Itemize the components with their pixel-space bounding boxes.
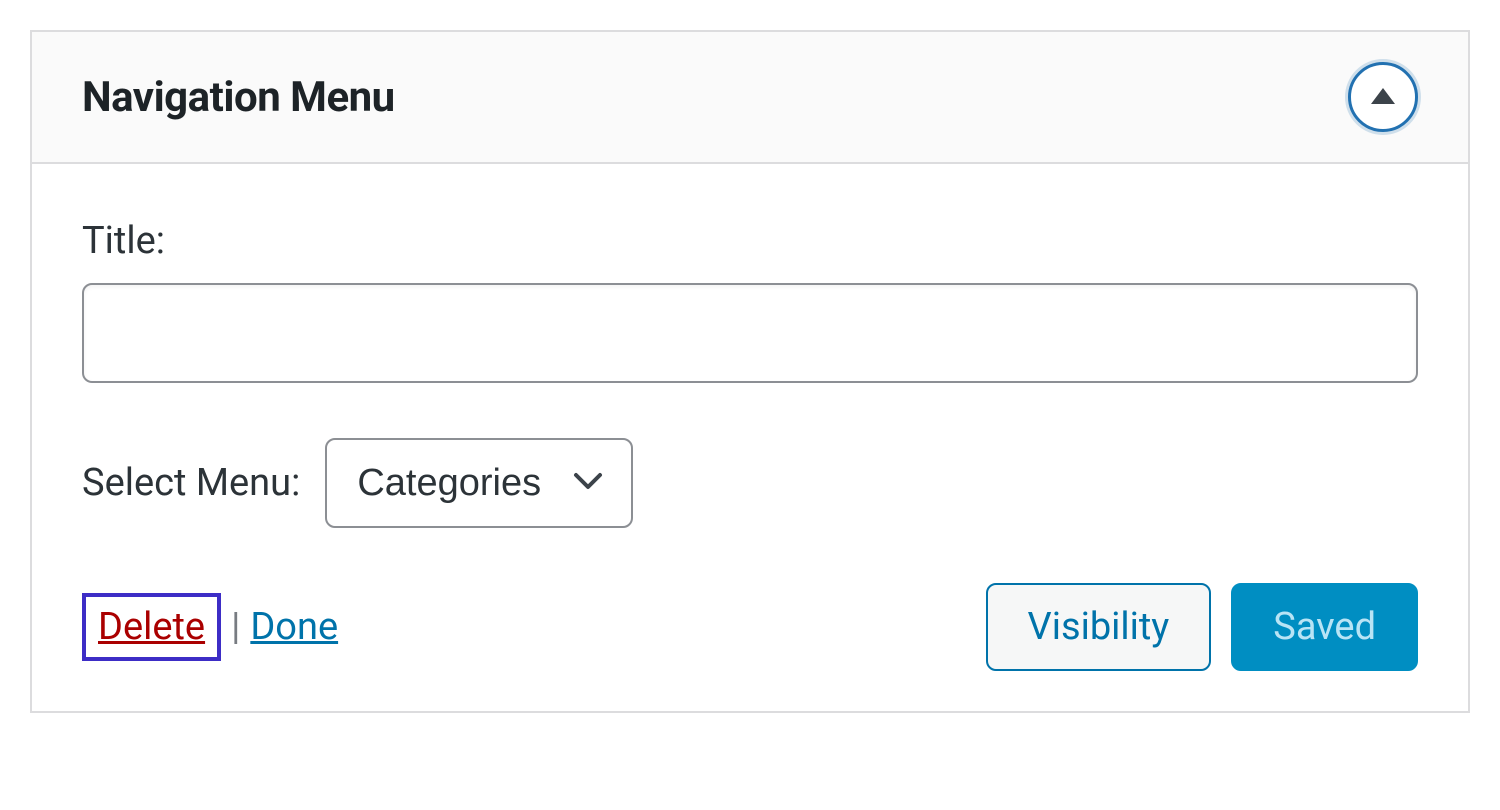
- title-label: Title:: [82, 219, 1418, 263]
- select-menu-label: Select Menu:: [82, 461, 300, 505]
- chevron-up-icon: [1371, 88, 1395, 104]
- select-menu-wrap: Categories: [325, 438, 633, 528]
- select-menu-dropdown[interactable]: Categories: [325, 438, 633, 528]
- widget-header: Navigation Menu: [32, 32, 1468, 164]
- widget-body: Title: Select Menu: Categories Delete | …: [32, 164, 1468, 711]
- collapse-button[interactable]: [1348, 62, 1418, 132]
- right-actions: Visibility Saved: [986, 583, 1418, 671]
- left-actions: Delete | Done: [82, 593, 338, 661]
- select-menu-row: Select Menu: Categories: [82, 438, 1418, 528]
- action-separator: |: [231, 605, 240, 649]
- actions-row: Delete | Done Visibility Saved: [82, 583, 1418, 671]
- visibility-button[interactable]: Visibility: [986, 583, 1212, 671]
- saved-button[interactable]: Saved: [1231, 583, 1418, 671]
- navigation-menu-widget: Navigation Menu Title: Select Menu: Cate…: [30, 30, 1470, 713]
- done-link[interactable]: Done: [250, 605, 338, 649]
- delete-link[interactable]: Delete: [82, 593, 221, 661]
- title-input[interactable]: [82, 283, 1418, 383]
- widget-title: Navigation Menu: [82, 73, 395, 122]
